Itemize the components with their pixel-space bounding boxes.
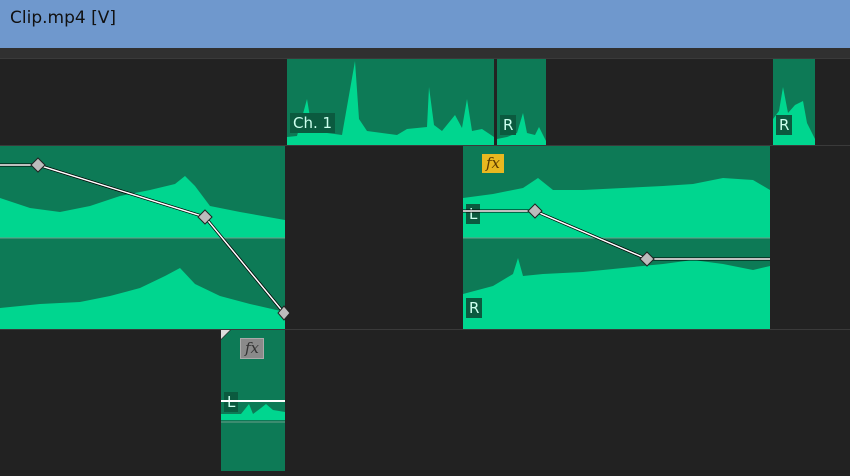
keyframe-diamond-icon[interactable] bbox=[639, 251, 655, 267]
keyframe-diamond-icon[interactable] bbox=[30, 157, 46, 173]
volume-automation-overlay bbox=[0, 157, 770, 402]
keyframe-diamond-icon[interactable] bbox=[527, 203, 543, 219]
